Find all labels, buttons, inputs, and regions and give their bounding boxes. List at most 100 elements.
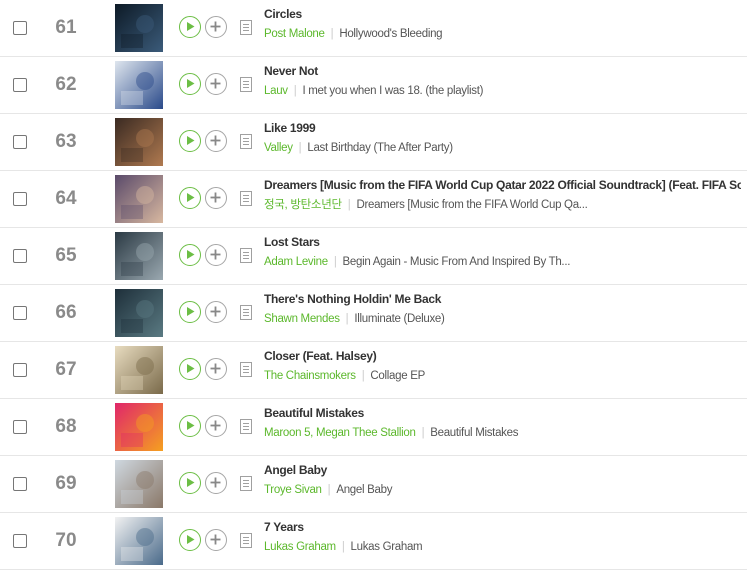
add-to-playlist-button[interactable] — [205, 415, 227, 437]
artist-link[interactable]: Post Malone — [264, 28, 325, 40]
artist-link[interactable]: Lauv — [264, 85, 288, 97]
album-link[interactable]: Hollywood's Bleeding — [339, 28, 442, 40]
add-to-playlist-button[interactable] — [205, 16, 227, 38]
album-cover[interactable] — [115, 175, 163, 223]
play-button[interactable] — [179, 472, 201, 494]
album-cover[interactable] — [115, 403, 163, 451]
song-title[interactable]: Circles — [264, 6, 741, 22]
artist-link[interactable]: Lukas Graham — [264, 541, 336, 553]
artist-link[interactable]: Shawn Mendes — [264, 313, 340, 325]
table-row: 62 Never Not Lauv | I met you when I was… — [0, 57, 747, 114]
table-row: 65 Lost Stars Adam Levine | Begin Again … — [0, 228, 747, 285]
lyrics-button[interactable] — [240, 419, 252, 434]
artist-link[interactable]: Valley — [264, 142, 293, 154]
album-link[interactable]: Dreamers [Music from the FIFA World Cup … — [356, 199, 587, 211]
play-button[interactable] — [179, 244, 201, 266]
add-to-playlist-button[interactable] — [205, 301, 227, 323]
table-row: 61 Circles Post Malone | Hollywood's Ble… — [0, 0, 747, 57]
artist-link[interactable]: 정국, 방탄소년단 — [264, 199, 342, 211]
album-art-image — [115, 460, 163, 508]
separator: | — [333, 256, 337, 268]
play-button[interactable] — [179, 16, 201, 38]
plus-icon — [210, 192, 221, 203]
album-cover[interactable] — [115, 346, 163, 394]
album-link[interactable]: Angel Baby — [336, 484, 392, 496]
play-button[interactable] — [179, 415, 201, 437]
song-title[interactable]: 7 Years — [264, 519, 741, 535]
rank-number: 64 — [55, 188, 77, 209]
artist-link[interactable]: Troye Sivan — [264, 484, 322, 496]
lyrics-button[interactable] — [240, 476, 252, 491]
add-to-playlist-button[interactable] — [205, 358, 227, 380]
artist-link[interactable]: The Chainsmokers — [264, 370, 356, 382]
song-title[interactable]: Angel Baby — [264, 462, 741, 478]
song-title[interactable]: Lost Stars — [264, 234, 741, 250]
album-link[interactable]: I met you when I was 18. (the playlist) — [302, 85, 483, 97]
album-cover[interactable] — [115, 460, 163, 508]
album-cover[interactable] — [115, 61, 163, 109]
lyrics-button[interactable] — [240, 20, 252, 35]
lyrics-document-icon — [240, 476, 252, 491]
select-checkbox[interactable] — [13, 306, 27, 320]
select-checkbox[interactable] — [13, 477, 27, 491]
plus-icon — [210, 249, 221, 260]
lyrics-button[interactable] — [240, 362, 252, 377]
song-title[interactable]: Like 1999 — [264, 120, 741, 136]
album-art-image — [115, 175, 163, 223]
lyrics-button[interactable] — [240, 77, 252, 92]
album-link[interactable]: Last Birthday (The After Party) — [307, 142, 453, 154]
song-title[interactable]: Beautiful Mistakes — [264, 405, 741, 421]
artist-link[interactable]: Maroon 5, Megan Thee Stallion — [264, 427, 416, 439]
table-row: 67 Closer (Feat. Halsey) The Chainsmoker… — [0, 342, 747, 399]
play-button[interactable] — [179, 529, 201, 551]
lyrics-button[interactable] — [240, 134, 252, 149]
album-cover[interactable] — [115, 289, 163, 337]
song-title[interactable]: Dreamers [Music from the FIFA World Cup … — [264, 177, 741, 193]
play-button[interactable] — [179, 301, 201, 323]
add-to-playlist-button[interactable] — [205, 472, 227, 494]
add-to-playlist-button[interactable] — [205, 73, 227, 95]
album-cover[interactable] — [115, 232, 163, 280]
select-checkbox[interactable] — [13, 363, 27, 377]
separator: | — [421, 427, 425, 439]
album-link[interactable]: Begin Again - Music From And Inspired By… — [343, 256, 571, 268]
add-to-playlist-button[interactable] — [205, 244, 227, 266]
play-button[interactable] — [179, 130, 201, 152]
album-cover[interactable] — [115, 4, 163, 52]
song-info: Beautiful Mistakes Maroon 5, Megan Thee … — [264, 405, 741, 441]
song-title[interactable]: Closer (Feat. Halsey) — [264, 348, 741, 364]
lyrics-document-icon — [240, 533, 252, 548]
song-info: Closer (Feat. Halsey) The Chainsmokers | C… — [264, 348, 741, 384]
album-cover[interactable] — [115, 118, 163, 166]
add-to-playlist-button[interactable] — [205, 187, 227, 209]
album-cover[interactable] — [115, 517, 163, 565]
separator: | — [361, 370, 365, 382]
song-title[interactable]: Never Not — [264, 63, 741, 79]
play-button[interactable] — [179, 187, 201, 209]
album-link[interactable]: Beautiful Mistakes — [430, 427, 518, 439]
album-link[interactable]: Lukas Graham — [351, 541, 423, 553]
select-checkbox[interactable] — [13, 534, 27, 548]
play-button[interactable] — [179, 73, 201, 95]
select-checkbox[interactable] — [13, 135, 27, 149]
lyrics-document-icon — [240, 248, 252, 263]
song-meta: Troye Sivan | Angel Baby — [264, 482, 741, 498]
song-title[interactable]: There's Nothing Holdin' Me Back — [264, 291, 741, 307]
select-checkbox[interactable] — [13, 192, 27, 206]
add-to-playlist-button[interactable] — [205, 130, 227, 152]
select-checkbox[interactable] — [13, 21, 27, 35]
lyrics-button[interactable] — [240, 248, 252, 263]
lyrics-button[interactable] — [240, 191, 252, 206]
play-icon — [187, 421, 195, 430]
select-checkbox[interactable] — [13, 78, 27, 92]
lyrics-button[interactable] — [240, 305, 252, 320]
separator: | — [330, 28, 334, 40]
add-to-playlist-button[interactable] — [205, 529, 227, 551]
select-checkbox[interactable] — [13, 420, 27, 434]
album-link[interactable]: Illuminate (Deluxe) — [354, 313, 444, 325]
play-button[interactable] — [179, 358, 201, 380]
lyrics-button[interactable] — [240, 533, 252, 548]
artist-link[interactable]: Adam Levine — [264, 256, 328, 268]
select-checkbox[interactable] — [13, 249, 27, 263]
album-link[interactable]: Collage EP — [370, 370, 425, 382]
